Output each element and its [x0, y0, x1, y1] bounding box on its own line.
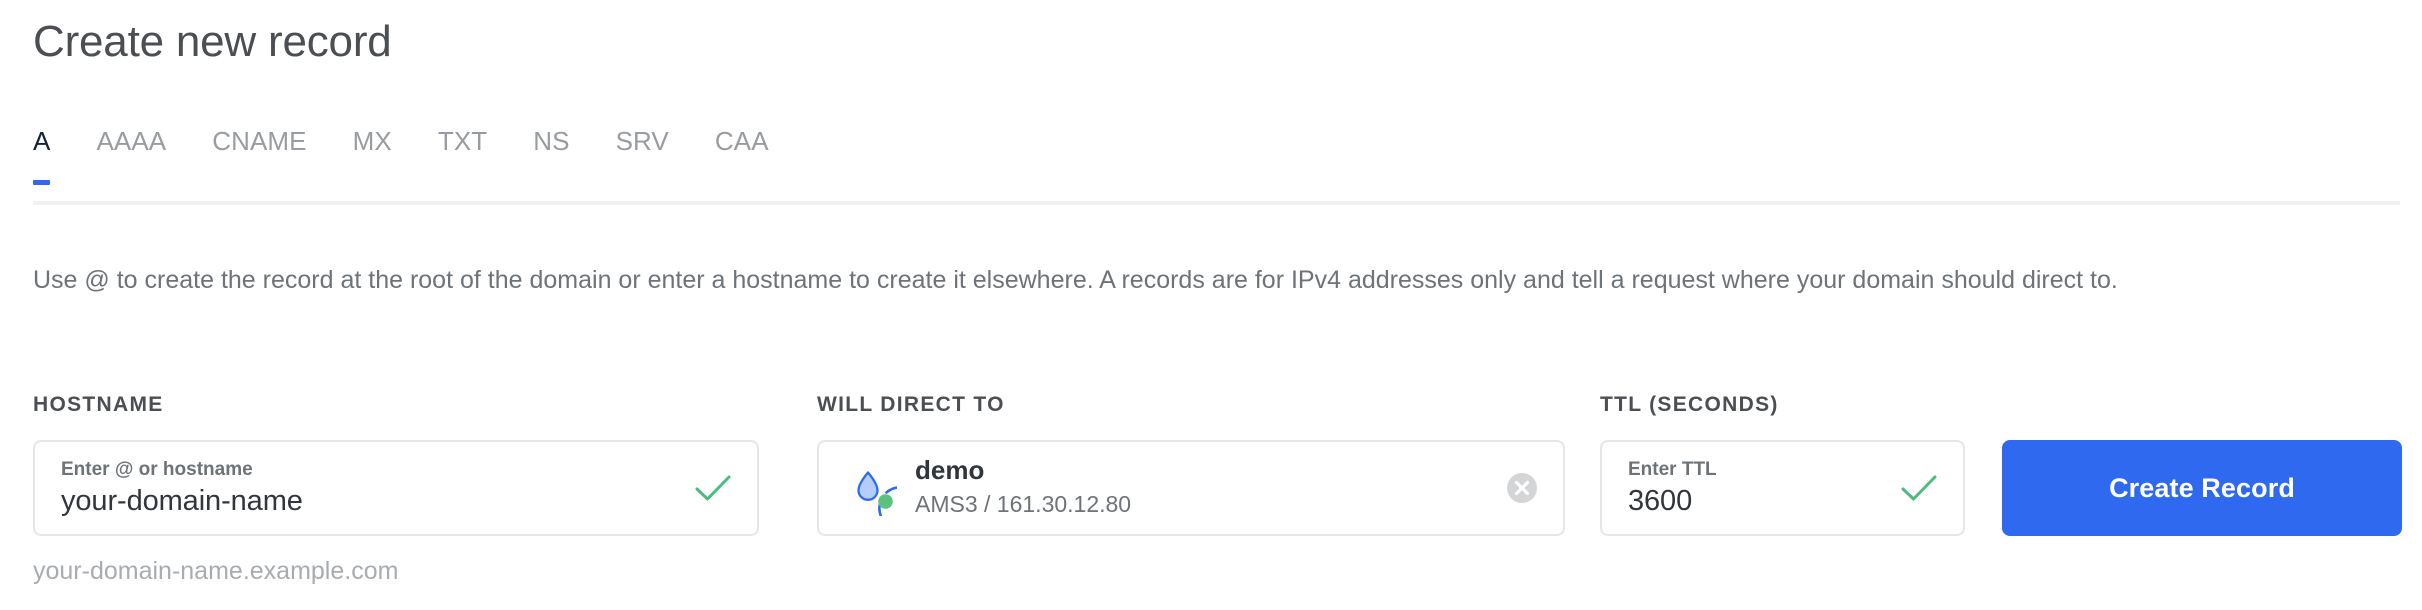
check-icon	[695, 474, 731, 502]
selected-resource[interactable]: demo AMS3 / 161.30.12.80	[819, 455, 1503, 531]
will-direct-to-input[interactable]: demo AMS3 / 161.30.12.80	[817, 440, 1565, 536]
record-type-description: Use @ to create the record at the root o…	[33, 266, 2118, 294]
hostname-value: your-domain-name	[61, 484, 303, 517]
create-record-button[interactable]: Create Record	[2002, 440, 2402, 536]
tabs-divider	[33, 201, 2400, 205]
will-direct-to-label: WILL DIRECT TO	[817, 393, 1005, 416]
tab-mx[interactable]: MX	[353, 126, 392, 185]
resource-text: demo AMS3 / 161.30.12.80	[915, 455, 1132, 520]
tab-label: MX	[352, 126, 392, 156]
tab-label: CAA	[714, 126, 769, 156]
tab-txt[interactable]: TXT	[438, 126, 487, 185]
page-title: Create new record	[33, 17, 392, 66]
resource-name: demo	[915, 455, 985, 486]
clear-circle-icon[interactable]	[1503, 469, 1541, 507]
tab-label: NS	[533, 126, 570, 156]
ttl-value: 3600	[1628, 484, 1693, 517]
tab-cname[interactable]: CNAME	[212, 126, 306, 185]
check-icon	[1901, 474, 1937, 502]
hostname-input[interactable]: Enter @ or hostname your-domain-name	[33, 440, 759, 536]
tab-label: SRV	[615, 126, 669, 156]
tab-srv[interactable]: SRV	[616, 126, 669, 185]
tab-label: AAAA	[96, 126, 167, 156]
resource-meta: AMS3 / 161.30.12.80	[915, 491, 1132, 517]
create-record-panel: Create new record A AAAA CNAME MX TXT NS…	[0, 0, 2422, 610]
hostname-helper-text: your-domain-name.example.com	[33, 557, 399, 585]
tab-a[interactable]: A	[33, 126, 51, 185]
ttl-input[interactable]: Enter TTL 3600	[1600, 440, 1965, 536]
tab-caa[interactable]: CAA	[715, 126, 769, 185]
droplet-icon	[841, 460, 923, 531]
hostname-placeholder-label: Enter @ or hostname	[61, 458, 253, 480]
tab-aaaa[interactable]: AAAA	[96, 126, 166, 185]
record-type-tabs: A AAAA CNAME MX TXT NS SRV CAA	[33, 126, 769, 185]
tab-ns[interactable]: NS	[533, 126, 569, 185]
tab-label: A	[33, 126, 51, 156]
ttl-input-inner[interactable]: Enter TTL 3600	[1602, 460, 1901, 516]
tab-label: TXT	[437, 126, 488, 156]
hostname-label: HOSTNAME	[33, 393, 164, 416]
ttl-placeholder-label: Enter TTL	[1628, 458, 1717, 480]
ttl-label: TTL (SECONDS)	[1600, 393, 1779, 416]
hostname-input-inner[interactable]: Enter @ or hostname your-domain-name	[35, 460, 695, 516]
tab-label: CNAME	[212, 126, 307, 156]
